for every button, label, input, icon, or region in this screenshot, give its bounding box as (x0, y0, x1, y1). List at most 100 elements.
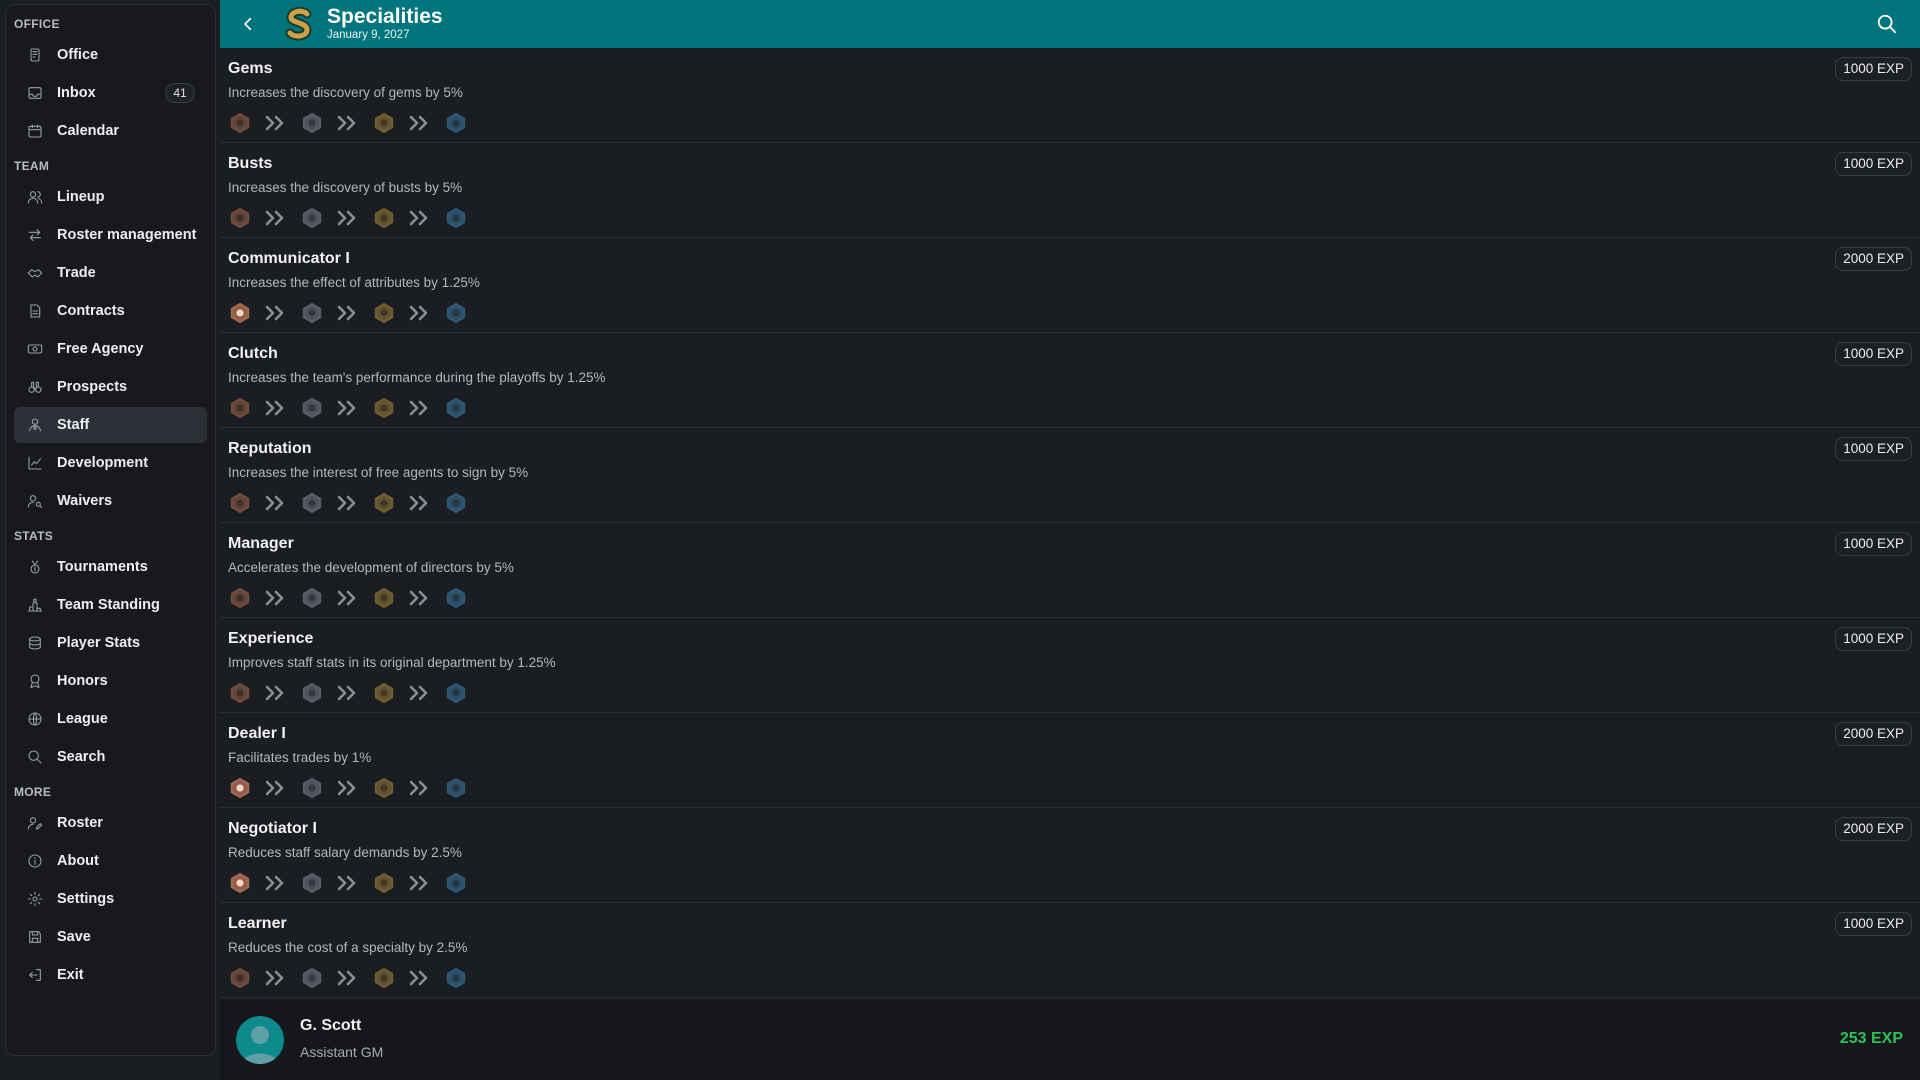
speciality-row[interactable]: Gems Increases the discovery of gems by 5… (220, 48, 1920, 143)
speciality-row[interactable]: Experience Improves staff stats in its or… (220, 618, 1920, 713)
speciality-row[interactable]: Manager Accelerates the development of di… (220, 523, 1920, 618)
sidebar-item-contracts[interactable]: Contracts (14, 293, 207, 329)
sidebar-item-team-standing[interactable]: Team Standing (14, 587, 207, 623)
tier-progression (228, 586, 468, 610)
speciality-name: Experience (228, 630, 314, 647)
unread-count-badge: 41 (165, 83, 195, 103)
blue-tier-badge-icon (444, 776, 468, 800)
sidebar-item-about[interactable]: About (14, 843, 207, 879)
double-chevron-right-icon (332, 396, 364, 420)
sidebar-item-trade[interactable]: Trade (14, 255, 207, 291)
double-chevron-right-icon (260, 681, 292, 705)
sidebar-item-roster[interactable]: Roster (14, 805, 207, 841)
speciality-row[interactable]: Reputation Increases the interest of free… (220, 428, 1920, 523)
speciality-name: Gems (228, 60, 273, 77)
double-chevron-right-icon (260, 111, 292, 135)
speciality-row[interactable]: Clutch Increases the team's performance d… (220, 333, 1920, 428)
tier-progression (228, 206, 468, 230)
double-chevron-right-icon (260, 206, 292, 230)
sidebar-item-prospects[interactable]: Prospects (14, 369, 207, 405)
double-chevron-right-icon (332, 681, 364, 705)
user-edit-icon (26, 814, 44, 832)
sidebar-item-label: Inbox (57, 85, 96, 101)
team-logo-icon (285, 7, 312, 41)
double-chevron-right-icon (332, 111, 364, 135)
bronze-tier-badge-icon (228, 206, 252, 230)
double-chevron-right-icon (260, 776, 292, 800)
sidebar-section-title: STATS (14, 529, 54, 543)
double-chevron-right-icon (404, 776, 436, 800)
tier-progression (228, 111, 468, 135)
search-icon (1877, 14, 1897, 34)
speciality-name: Dealer I (228, 725, 286, 742)
double-chevron-right-icon (332, 776, 364, 800)
blue-tier-badge-icon (444, 871, 468, 895)
sidebar-item-label: League (57, 711, 108, 727)
bronze-tier-badge-icon (228, 681, 252, 705)
sidebar-item-staff[interactable]: Staff (14, 407, 207, 443)
sidebar-item-exit[interactable]: Exit (14, 957, 207, 993)
sidebar-item-label: Free Agency (57, 341, 144, 357)
blue-tier-badge-icon (444, 681, 468, 705)
gold-tier-badge-icon (372, 206, 396, 230)
sidebar-item-roster-management[interactable]: Roster management (14, 217, 207, 253)
blue-tier-badge-icon (444, 301, 468, 325)
sidebar-item-development[interactable]: Development (14, 445, 207, 481)
speciality-row[interactable]: Busts Increases the discovery of busts by… (220, 143, 1920, 238)
contract-icon (26, 302, 44, 320)
double-chevron-right-icon (404, 871, 436, 895)
double-chevron-right-icon (332, 586, 364, 610)
exp-cost-button[interactable]: 1000 EXP (1835, 342, 1912, 366)
speciality-name: Manager (228, 535, 294, 552)
sidebar-item-calendar[interactable]: Calendar (14, 113, 207, 149)
speciality-description: Reduces staff salary demands by 2.5% (228, 845, 462, 860)
speciality-description: Increases the interest of free agents to… (228, 465, 529, 480)
sidebar-item-label: Trade (57, 265, 96, 281)
sidebar-item-league[interactable]: League (14, 701, 207, 737)
sidebar-item-label: About (57, 853, 99, 869)
tier-progression (228, 871, 468, 895)
speciality-row[interactable]: Negotiator I Reduces staff salary demands… (220, 808, 1920, 903)
sidebar-item-label: Team Standing (57, 597, 160, 613)
sidebar-item-honors[interactable]: Honors (14, 663, 207, 699)
exp-cost-button[interactable]: 2000 EXP (1835, 817, 1912, 841)
sidebar-item-inbox[interactable]: Inbox 41 (14, 75, 207, 111)
sidebar-item-settings[interactable]: Settings (14, 881, 207, 917)
sidebar-item-free-agency[interactable]: Free Agency (14, 331, 207, 367)
exp-cost-button[interactable]: 1000 EXP (1835, 437, 1912, 461)
sidebar-item-tournaments[interactable]: Tournaments (14, 549, 207, 585)
speciality-row[interactable]: Learner Reduces the cost of a specialty b… (220, 903, 1920, 998)
speciality-row[interactable]: Dealer I Facilitates trades by 1% 2000 EXP (220, 713, 1920, 808)
exp-cost-button[interactable]: 2000 EXP (1835, 722, 1912, 746)
avatar[interactable] (236, 1016, 284, 1064)
sidebar-item-lineup[interactable]: Lineup (14, 179, 207, 215)
bronze-tier-badge-icon (228, 111, 252, 135)
sidebar-item-office[interactable]: Office (14, 37, 207, 73)
double-chevron-right-icon (332, 206, 364, 230)
blue-tier-badge-icon (444, 206, 468, 230)
sidebar-item-waivers[interactable]: Waivers (14, 483, 207, 519)
sidebar-item-label: Search (57, 749, 106, 765)
exp-cost-button[interactable]: 1000 EXP (1835, 532, 1912, 556)
sidebar-item-search[interactable]: Search (14, 739, 207, 775)
exp-cost-button[interactable]: 1000 EXP (1835, 912, 1912, 936)
double-chevron-right-icon (404, 206, 436, 230)
speciality-row[interactable]: Communicator I Increases the effect of at… (220, 238, 1920, 333)
search-button[interactable] (1874, 11, 1900, 37)
exp-cost-button[interactable]: 2000 EXP (1835, 247, 1912, 271)
exp-cost-button[interactable]: 1000 EXP (1835, 152, 1912, 176)
exp-cost-button[interactable]: 1000 EXP (1835, 57, 1912, 81)
back-button[interactable] (233, 9, 263, 39)
handshake-icon (26, 264, 44, 282)
speciality-name: Reputation (228, 440, 312, 457)
sidebar-item-player-stats[interactable]: Player Stats (14, 625, 207, 661)
exp-cost-button[interactable]: 1000 EXP (1835, 627, 1912, 651)
bronze-tier-badge-icon (228, 966, 252, 990)
sidebar-item-save[interactable]: Save (14, 919, 207, 955)
sidebar-item-label: Settings (57, 891, 115, 907)
bronze-tier-badge-icon (228, 396, 252, 420)
silver-tier-badge-icon (300, 206, 324, 230)
staff-icon (26, 416, 44, 434)
users-icon (26, 188, 44, 206)
tier-progression (228, 681, 468, 705)
